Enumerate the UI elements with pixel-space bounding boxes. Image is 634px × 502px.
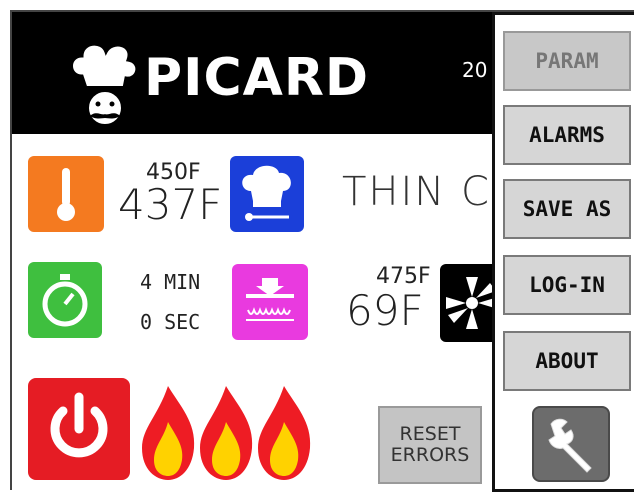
recipe-tile[interactable]	[230, 156, 304, 232]
reset-errors-button[interactable]: RESET ERRORS	[378, 406, 482, 484]
flame-icon	[258, 386, 311, 480]
heater-setpoint: 475F	[376, 264, 431, 289]
header-clipped-text: 20	[462, 58, 488, 82]
thermometer-icon	[57, 168, 75, 221]
power-icon	[50, 392, 108, 458]
settings-button[interactable]	[532, 406, 610, 482]
chef-logo-icon	[70, 42, 139, 126]
brand-name: PICARD	[144, 48, 370, 108]
reset-errors-line2: ERRORS	[390, 444, 470, 466]
alarms-button[interactable]: ALARMS	[503, 105, 631, 165]
save-as-button[interactable]: SAVE AS	[503, 179, 631, 239]
stopwatch-icon	[42, 274, 88, 327]
oven-current-temp: 437F	[118, 180, 223, 229]
log-in-button[interactable]: LOG-IN	[503, 255, 631, 315]
flame-icon	[142, 386, 195, 480]
about-button[interactable]: ABOUT	[503, 331, 631, 391]
heating-element-icon	[246, 278, 294, 321]
wrench-icon	[548, 418, 592, 473]
timer-tile[interactable]	[28, 262, 102, 338]
reset-errors-line1: RESET	[399, 423, 461, 446]
thermometer-tile[interactable]	[28, 156, 104, 232]
power-button[interactable]	[28, 378, 130, 480]
heater-tile[interactable]	[232, 264, 308, 340]
timer-minutes: 4 MIN	[140, 270, 201, 294]
chef-hat-icon	[242, 165, 291, 221]
timer-seconds: 0 SEC	[140, 310, 201, 334]
recipe-name[interactable]: THIN C	[342, 172, 491, 212]
heater-current-temp: 69F	[346, 286, 424, 335]
header-bar: PICARD 20	[12, 12, 512, 134]
flame-icon	[200, 386, 253, 480]
param-button[interactable]: PARAM	[503, 31, 631, 91]
